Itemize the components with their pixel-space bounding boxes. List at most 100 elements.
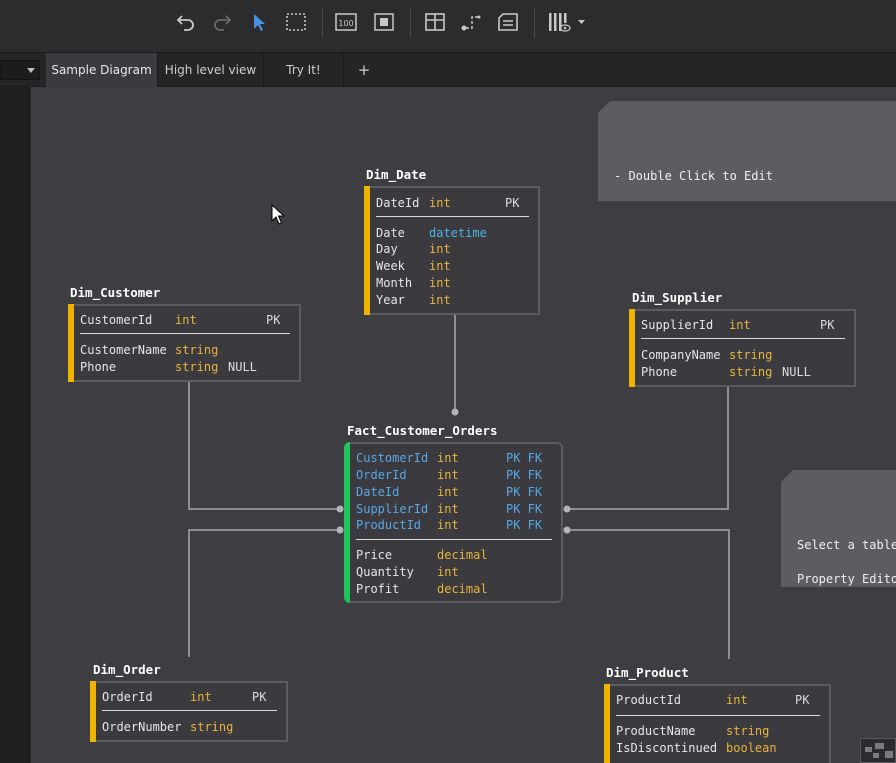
tab-high-level-view[interactable]: High level view [158,53,264,87]
entity-title-dim-date: Dim_Date [366,167,427,182]
table-row[interactable]: SupplierId int PK [631,317,854,334]
table-row[interactable]: SupplierId int PK FK [346,501,561,518]
column-type: int [437,468,459,482]
key-divider [641,338,845,339]
column-type: int [429,242,451,256]
column-name: OrderId [356,468,407,482]
table-row[interactable]: CustomerId int PK [70,312,299,329]
column-type: int [726,693,748,707]
column-name: Price [356,548,393,562]
column-type: int [429,276,451,290]
view-options-button[interactable] [546,10,588,34]
toolbar: 100 [0,0,896,53]
add-table-icon [425,13,445,31]
zoom-100-label: 100 [338,19,353,28]
toolbar-separator [534,8,535,38]
diagram-selector-dropdown[interactable] [0,60,40,80]
table-row[interactable]: OrderNumber string [92,719,286,736]
column-type: string [175,360,219,374]
table-row[interactable]: Profit decimal [346,581,561,598]
tab-sample-diagram[interactable]: Sample Diagram [46,53,158,87]
relation-line-supplier [567,387,729,510]
column-name: Quantity [356,565,414,579]
fit-screen-button[interactable] [372,10,396,34]
column-name: DateId [356,485,400,499]
table-row[interactable]: Year int [366,292,538,309]
select-table-note[interactable]: Select a table Property Edito To change … [781,470,896,587]
add-tab-button[interactable]: + [344,53,384,87]
column-type: decimal [437,582,488,596]
undo-button[interactable] [174,10,198,34]
column-type: datetime [429,226,487,240]
note-text: - Double Click to Edit - Single Click to… [614,169,773,183]
table-row[interactable]: OrderId int PK [92,689,286,706]
add-table-button[interactable] [423,10,447,34]
table-row[interactable]: OrderId int PK FK [346,467,561,484]
marquee-select-button[interactable] [284,10,308,34]
table-row[interactable]: DateId int PK [366,195,538,212]
table-row[interactable]: Price decimal [346,547,561,564]
table-row[interactable]: CustomerName string [70,342,299,359]
column-key: PK [795,693,810,707]
minimap[interactable] [860,738,896,763]
undo-icon [176,15,194,31]
table-row[interactable]: CustomerId int PK FK [346,450,561,467]
key-divider [376,216,529,217]
table-row[interactable]: ProductId int PK [606,692,829,709]
table-row[interactable]: Date datetime [366,225,538,242]
key-divider [102,710,277,711]
column-type: string [175,343,219,357]
table-row[interactable]: ProductId int PK FK [346,517,561,534]
entity-dim-date[interactable]: DateId int PK Date datetime Day int Week int … [364,186,540,315]
relation-line-customer [188,382,340,510]
column-null: NULL [782,365,811,379]
add-relation-button[interactable] [459,10,483,34]
key-divider [356,539,552,540]
relation-end-dot [451,408,459,416]
entity-dim-supplier[interactable]: SupplierId int PK CompanyName string Phone s… [629,309,856,387]
entity-fact-customer-orders[interactable]: CustomerId int PK FK OrderId int PK FK DateI… [344,442,563,603]
table-row[interactable]: Day int [366,241,538,258]
table-row[interactable]: IsDiscontinued boolean [606,740,829,757]
pointer-tool-button[interactable] [247,10,271,34]
diagram-canvas[interactable]: - Double Click to Edit - Single Click to… [31,87,896,763]
edit-instructions-note[interactable]: - Double Click to Edit - Single Click to… [598,101,896,201]
table-row[interactable]: Quantity int [346,564,561,581]
column-key: PK [266,313,281,327]
table-row[interactable]: Month int [366,275,538,292]
entity-title-dim-product: Dim_Product [606,665,689,680]
entity-dim-product[interactable]: ProductId int PK ProductName string IsDisco… [604,684,831,763]
table-row[interactable]: Week int [366,258,538,275]
column-key: PK FK [506,502,543,516]
table-row[interactable]: DateId int PK FK [346,484,561,501]
table-row[interactable]: CompanyName string [631,347,854,364]
redo-button[interactable] [210,10,234,34]
column-type: string [729,348,773,362]
mouse-cursor-icon [271,204,285,225]
column-name: Year [376,293,405,307]
table-row[interactable]: Phone string NULL [70,359,299,376]
entity-dim-customer[interactable]: CustomerId int PK CustomerName string Phone… [68,304,301,382]
column-type: decimal [437,548,488,562]
key-divider [80,333,290,334]
fit-screen-icon [374,13,394,31]
add-relation-icon [461,15,481,31]
toolbar-separator [322,8,323,38]
redo-icon [214,15,232,31]
column-name: OrderNumber [102,720,182,734]
column-name: CompanyName [641,348,721,362]
zoom-100-button[interactable]: 100 [334,10,358,34]
add-note-button[interactable] [496,10,520,34]
entity-dim-order[interactable]: OrderId int PK OrderNumber string [90,681,288,742]
column-name: Phone [641,365,678,379]
column-type: int [429,293,451,307]
column-name: Phone [80,360,117,374]
table-row[interactable]: ProductName string [606,723,829,740]
column-name: Day [376,242,398,256]
column-type: int [437,451,459,465]
column-type: string [726,724,770,738]
tab-try-it[interactable]: Try It! [264,53,344,87]
chevron-down-icon [27,68,35,73]
minimap-block [865,747,872,752]
table-row[interactable]: Phone string NULL [631,364,854,381]
